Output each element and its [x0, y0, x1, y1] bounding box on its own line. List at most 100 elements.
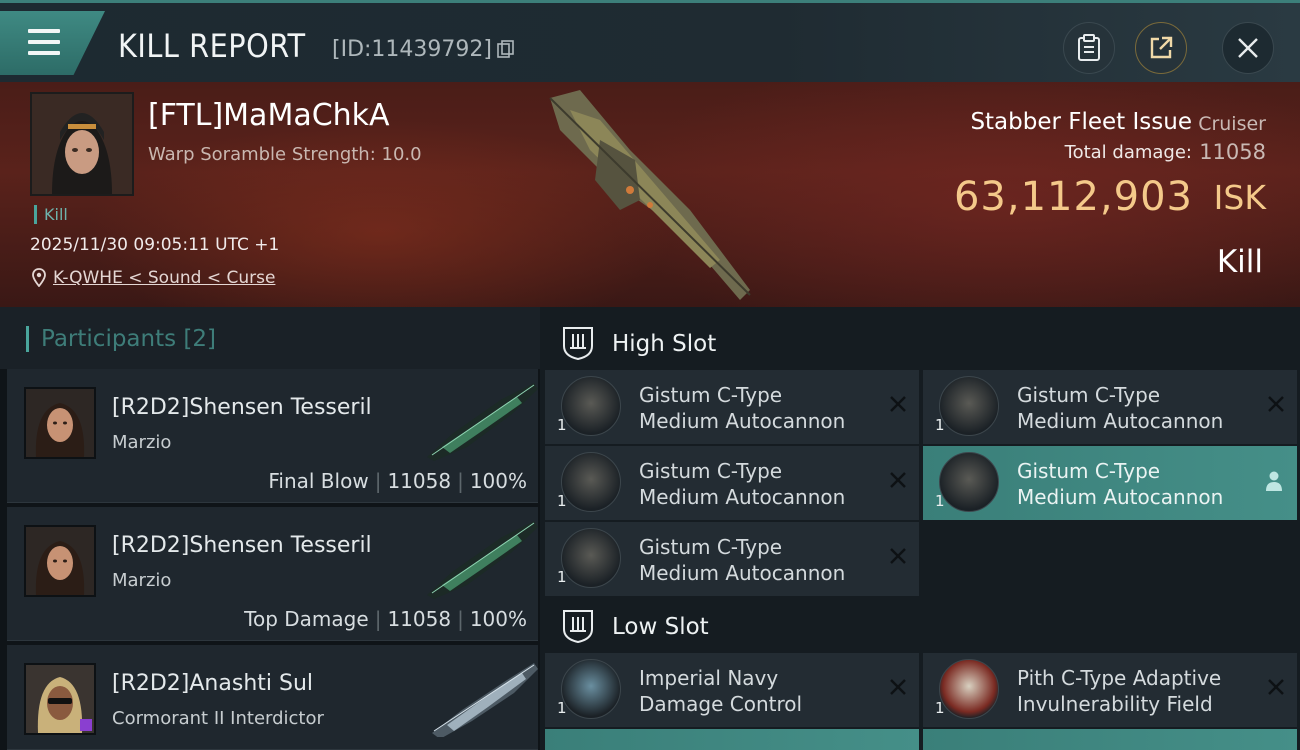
shield-module-icon [939, 659, 999, 719]
participant-name[interactable]: [R2D2]Shensen Tesseril [112, 533, 372, 558]
module-quantity: 1 [557, 699, 567, 717]
destroyed-icon [890, 548, 906, 564]
module-item[interactable]: 1 Gistum C-Type Medium Autocannon [923, 370, 1297, 444]
victim-ship-class: Cruiser [1198, 113, 1266, 135]
module-name-line2: Medium Autocannon [639, 561, 846, 585]
participant-ship: Cormorant II Interdictor [112, 708, 324, 729]
avatar [24, 525, 96, 597]
module-item[interactable]: 1 Pith C-Type Adaptive Invulnerability F… [923, 653, 1297, 727]
module-name-line1: Gistum C-Type [639, 459, 783, 483]
clipboard-icon [1078, 34, 1100, 61]
module-name-line1: Gistum C-Type [639, 535, 783, 559]
scramble-strength: Warp Soramble Strength: 10.0 [148, 144, 422, 165]
high-slot-label: High Slot [612, 331, 717, 357]
isk-value: 63,112,903 [953, 174, 1193, 220]
participant-role: Final Blow [268, 469, 369, 493]
destroyed-icon [890, 396, 906, 412]
participant-row[interactable]: [R2D2]Anashti Sul Cormorant II Interdict… [7, 645, 538, 750]
clipboard-button[interactable] [1063, 22, 1115, 74]
share-button[interactable] [1135, 22, 1187, 74]
module-quantity: 1 [935, 492, 945, 510]
module-quantity: 1 [557, 568, 567, 586]
module-name-line2: Medium Autocannon [639, 485, 846, 509]
page-title: KILL REPORT [118, 27, 306, 65]
module-quantity: 1 [935, 416, 945, 434]
share-icon [1150, 36, 1173, 59]
participant-stats: Top Damage | 11058 | 100% [244, 607, 527, 631]
module-item[interactable]: 1 Gistum C-Type Medium Autocannon [545, 522, 919, 596]
participant-percent: 100% [469, 469, 527, 493]
module-item-dropped[interactable]: 1 Gistum C-Type Medium Autocannon [923, 446, 1297, 520]
participant-name[interactable]: [R2D2]Anashti Sul [112, 671, 313, 696]
module-name-line2: Damage Control [639, 692, 803, 716]
low-slot-label: Low Slot [612, 614, 709, 640]
module-quantity: 1 [935, 699, 945, 717]
victim-ship-name[interactable]: Stabber Fleet Issue [970, 109, 1192, 135]
victim-avatar[interactable] [30, 92, 134, 196]
autocannon-icon [939, 452, 999, 512]
participant-row[interactable]: [R2D2]Shensen Tesseril Marzio Top Damage… [7, 507, 538, 641]
autocannon-icon [561, 452, 621, 512]
total-damage-label: Total damage: [1064, 142, 1192, 163]
top-bar: KILL REPORT [ID:11439792] [0, 0, 1300, 82]
module-quantity: 1 [557, 492, 567, 510]
participant-stats: Final Blow | 11058 | 100% [268, 469, 527, 493]
participant-ship-image [427, 383, 538, 461]
module-name-line1: Pith C-Type Adaptive [1017, 666, 1222, 690]
kill-location-link[interactable]: K-QWHE < Sound < Curse [53, 268, 275, 288]
high-slot-header: High Slot [545, 312, 1300, 372]
participant-name[interactable]: [R2D2]Shensen Tesseril [112, 395, 372, 420]
report-id: [ID:11439792] [332, 37, 492, 62]
participant-percent: 100% [469, 607, 527, 631]
kill-datetime: 2025/11/30 09:05:11 UTC +1 [30, 235, 280, 255]
participant-ship-image [432, 663, 538, 737]
module-item[interactable]: 1 Gistum C-Type Medium Autocannon [545, 446, 919, 520]
module-item[interactable]: 1 Imperial Navy Damage Control [545, 653, 919, 727]
participants-header: Participants [2] [0, 307, 540, 369]
low-slot-icon [563, 610, 593, 643]
module-name-line2: Medium Autocannon [1017, 485, 1224, 509]
victim-banner: [FTL]MaMaChkA Warp Soramble Strength: 10… [0, 82, 1300, 307]
participant-ship: Marzio [112, 432, 172, 453]
participants-label: Participants [2] [26, 326, 216, 352]
low-slot-header: Low Slot [545, 595, 1300, 655]
module-name-line1: Gistum C-Type [1017, 383, 1161, 407]
module-item-partial[interactable] [545, 729, 919, 750]
module-quantity: 1 [557, 416, 567, 434]
autocannon-icon [939, 376, 999, 436]
result-label: Kill [1216, 244, 1263, 280]
victim-name[interactable]: [FTL]MaMaChkA [148, 98, 390, 133]
high-slot-icon [563, 327, 593, 360]
module-name-line1: Gistum C-Type [639, 383, 783, 407]
damage-control-icon [561, 659, 621, 719]
participant-row[interactable]: [R2D2]Shensen Tesseril Marzio Final Blow… [7, 369, 538, 503]
location-pin-icon [32, 268, 46, 287]
autocannon-icon [561, 376, 621, 436]
total-damage-value: 11058 [1199, 140, 1266, 164]
destroyed-icon [890, 472, 906, 488]
close-button[interactable] [1222, 22, 1274, 74]
participant-ship: Marzio [112, 570, 172, 591]
destroyed-icon [890, 679, 906, 695]
module-item-partial[interactable] [923, 729, 1297, 750]
close-icon [1238, 38, 1258, 58]
module-name-line2: Medium Autocannon [639, 409, 846, 433]
participant-damage: 11058 [387, 607, 452, 631]
module-name-line2: Invulnerability Field [1017, 692, 1213, 716]
module-name-line1: Gistum C-Type [1017, 459, 1161, 483]
pilot-icon [1266, 471, 1282, 491]
destroyed-icon [1268, 679, 1284, 695]
module-item[interactable]: 1 Gistum C-Type Medium Autocannon [545, 370, 919, 444]
kill-tag: Kill [34, 205, 68, 224]
participant-role: Top Damage [244, 607, 369, 631]
module-name-line2: Medium Autocannon [1017, 409, 1224, 433]
isk-unit: ISK [1213, 178, 1266, 217]
autocannon-icon [561, 528, 621, 588]
menu-button[interactable] [0, 11, 105, 75]
avatar [24, 387, 96, 459]
destroyed-icon [1268, 396, 1284, 412]
participant-ship-image [427, 521, 538, 599]
participant-damage: 11058 [387, 469, 452, 493]
menu-icon [28, 29, 60, 62]
copy-icon[interactable] [497, 40, 515, 58]
